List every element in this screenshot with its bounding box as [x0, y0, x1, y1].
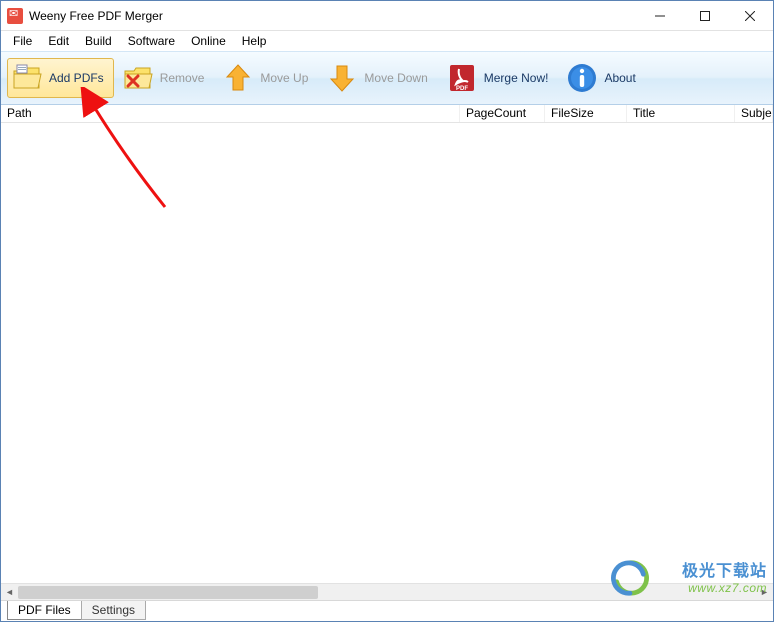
file-list[interactable]: [1, 123, 773, 583]
column-path[interactable]: Path: [1, 105, 460, 122]
maximize-button[interactable]: [682, 1, 727, 30]
close-button[interactable]: [727, 1, 772, 30]
bottom-tabs: PDF Files Settings: [1, 600, 773, 621]
move-down-button[interactable]: Move Down: [322, 58, 437, 98]
menu-help[interactable]: Help: [234, 32, 275, 50]
list-header: Path PageCount FileSize Title Subje: [1, 105, 773, 123]
add-pdfs-button[interactable]: Add PDFs: [7, 58, 114, 98]
folder-add-icon: [11, 62, 43, 94]
svg-text:PDF: PDF: [456, 86, 468, 92]
remove-button[interactable]: Remove: [118, 58, 215, 98]
tool-label: About: [604, 71, 635, 85]
arrow-up-icon: [222, 62, 254, 94]
column-subject[interactable]: Subje: [735, 105, 773, 122]
horizontal-scrollbar[interactable]: ◄ ►: [1, 583, 773, 600]
menu-software[interactable]: Software: [120, 32, 183, 50]
menu-online[interactable]: Online: [183, 32, 234, 50]
tool-label: Remove: [160, 71, 205, 85]
folder-delete-icon: [122, 62, 154, 94]
menubar: File Edit Build Software Online Help: [1, 31, 773, 51]
about-button[interactable]: About: [562, 58, 645, 98]
window-title: Weeny Free PDF Merger: [29, 9, 163, 23]
scroll-left-button[interactable]: ◄: [1, 584, 18, 601]
move-up-button[interactable]: Move Up: [218, 58, 318, 98]
menu-file[interactable]: File: [5, 32, 40, 50]
tool-label: Merge Now!: [484, 71, 549, 85]
tool-label: Move Down: [364, 71, 427, 85]
window-controls: [637, 1, 772, 30]
menu-build[interactable]: Build: [77, 32, 120, 50]
column-pagecount[interactable]: PageCount: [460, 105, 545, 122]
toolbar: Add PDFs Remove Move Up Move Down PDF Me…: [1, 51, 773, 105]
pdf-icon: PDF: [446, 62, 478, 94]
merge-now-button[interactable]: PDF Merge Now!: [442, 58, 559, 98]
scroll-thumb[interactable]: [18, 586, 318, 599]
arrow-down-icon: [326, 62, 358, 94]
tab-pdf-files[interactable]: PDF Files: [7, 601, 82, 620]
app-icon: [7, 8, 23, 24]
tool-label: Move Up: [260, 71, 308, 85]
minimize-button[interactable]: [637, 1, 682, 30]
app-window: Weeny Free PDF Merger File Edit Build So…: [0, 0, 774, 622]
titlebar: Weeny Free PDF Merger: [1, 1, 773, 31]
tool-label: Add PDFs: [49, 71, 104, 85]
column-title[interactable]: Title: [627, 105, 735, 122]
tab-settings[interactable]: Settings: [81, 601, 146, 620]
column-filesize[interactable]: FileSize: [545, 105, 627, 122]
info-icon: [566, 62, 598, 94]
menu-edit[interactable]: Edit: [40, 32, 77, 50]
scroll-track[interactable]: [18, 584, 756, 600]
scroll-right-button[interactable]: ►: [756, 584, 773, 601]
